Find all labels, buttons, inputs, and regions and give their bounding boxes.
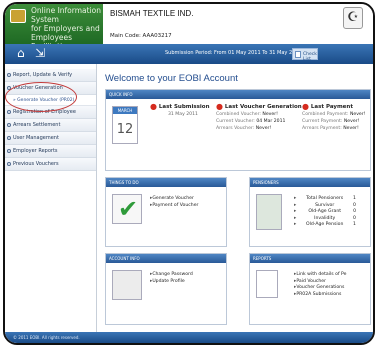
bullet-icon	[7, 73, 11, 77]
last-submission-label: Last Submission	[158, 104, 210, 110]
sidebar-item-label: User Management	[13, 135, 59, 141]
submission-period: Submission Period: From 01 May 2011 To 3…	[165, 50, 302, 56]
app-window: Online Information System for Employers …	[3, 2, 375, 345]
header: Online Information System for Employers …	[5, 4, 373, 51]
kv-value: Never!	[255, 126, 272, 131]
system-title-line: for Employers and	[31, 24, 100, 33]
kv-value: Never!	[343, 119, 360, 124]
panel-header: REPORTS	[250, 254, 370, 263]
report-link[interactable]: Link with details of Pe	[294, 272, 346, 279]
pensioners-list: Total Pensioners1 Survivor0 Old-Age Gran…	[294, 196, 356, 229]
change-password-link[interactable]: Change Password	[150, 272, 193, 279]
kv-value: 04 Mar 2011	[256, 119, 286, 124]
bullet-icon	[7, 162, 11, 166]
report-link[interactable]: PR02A Submissions	[294, 292, 346, 299]
kv-key: Combined Payment:	[302, 112, 349, 117]
todo-list: Generate Voucher Payment of Voucher	[150, 196, 198, 209]
pensioners-panel: PENSIONERS Total Pensioners1 Survivor0 O…	[249, 177, 371, 247]
sidebar-item-label: Previous Vouchers	[13, 161, 59, 167]
kv-value: Never!	[343, 126, 359, 131]
last-payment: ● Last Payment Combined Payment: Never! …	[302, 102, 366, 131]
calendar-day: 12	[116, 122, 134, 137]
home-icon[interactable]: ⌂	[17, 47, 25, 60]
report-document-icon	[256, 270, 278, 298]
company-name: BISMAH TEXTILE IND.	[110, 9, 194, 18]
sidebar-item-label: Arrears Settlement	[13, 122, 61, 128]
check-list-label: Check List	[303, 52, 317, 62]
kv-key: Arrears Payment:	[302, 126, 342, 131]
check-list-button[interactable]: Check List	[292, 48, 318, 62]
sidebar-item-report-update-verify[interactable]: Report, Update & Verify	[5, 69, 96, 82]
update-profile-link[interactable]: Update Profile	[150, 279, 193, 286]
report-link[interactable]: Voucher Generations	[294, 285, 346, 292]
highlight-circle	[5, 82, 77, 112]
kv-key: Current Payment:	[302, 119, 343, 124]
calendar-month: MARCH	[113, 107, 137, 114]
pensioner-card-icon	[256, 194, 282, 230]
bullet-icon	[7, 136, 11, 140]
last-voucher: ● Last Voucher Generation Combined Vouch…	[216, 102, 302, 131]
last-voucher-label: Last Voucher Generation	[224, 104, 302, 110]
sidebar-item-previous-vouchers[interactable]: Previous Vouchers	[5, 158, 96, 171]
panel-header: THINGS TO DO	[106, 178, 226, 187]
checklist-icon	[295, 51, 301, 58]
kv-value: Never!	[262, 112, 278, 117]
bullet-icon	[7, 149, 11, 153]
sidebar-item-label: Report, Update & Verify	[13, 72, 73, 78]
last-submission-date: 31 May 2011	[168, 112, 198, 117]
panel-header: ACCOUNT INFO	[106, 254, 226, 263]
last-submission: ● Last Submission 31 May 2011	[150, 102, 210, 117]
settings-icon	[112, 270, 142, 300]
report-links: Link with details of Pe Paid Voucher Vou…	[294, 272, 346, 298]
todo-link[interactable]: Payment of Voucher	[150, 203, 198, 210]
bullet-icon	[7, 123, 11, 127]
quick-info-panel: QUICK INFO MARCH 12 ● Last Submission 31…	[105, 89, 371, 171]
kv-key: Current Voucher:	[216, 119, 255, 124]
pensioner-count: 1	[353, 222, 356, 227]
sidebar: Report, Update & Verify Voucher Generati…	[5, 64, 97, 343]
main-content: Welcome to your EOBI Account QUICK INFO …	[101, 64, 373, 336]
checkmark-icon: ✔	[112, 194, 142, 224]
top-navbar: ⌂ ⇲ Submission Period: From 01 May 2011 …	[5, 44, 373, 64]
system-title-line: Online Information System	[31, 6, 101, 24]
account-links: Change Password Update Profile	[150, 272, 193, 285]
page-title: Welcome to your EOBI Account	[105, 73, 238, 84]
calendar-icon: MARCH 12	[112, 106, 138, 144]
list-item[interactable]: Old-Age Pension 1	[294, 222, 356, 229]
panel-header: PENSIONERS	[250, 178, 370, 187]
kv-value: Never!	[349, 112, 366, 117]
logout-icon[interactable]: ⇲	[35, 47, 45, 60]
sidebar-item-arrears[interactable]: Arrears Settlement	[5, 119, 96, 132]
things-to-do-panel: THINGS TO DO ✔ Generate Voucher Payment …	[105, 177, 227, 247]
sidebar-item-user-management[interactable]: User Management	[5, 132, 96, 145]
govt-emblem-icon: ☪	[343, 7, 363, 29]
last-payment-label: Last Payment	[310, 104, 353, 110]
bullet-icon	[7, 110, 11, 114]
kv-key: Combined Voucher:	[216, 112, 261, 117]
footer: © 2011 EOBI. All rights reserved.	[5, 332, 373, 343]
sidebar-item-employer-reports[interactable]: Employer Reports	[5, 145, 96, 158]
eobi-logo-icon	[10, 9, 26, 23]
panel-header: QUICK INFO	[106, 90, 370, 99]
reports-panel: REPORTS Link with details of Pe Paid Vou…	[249, 253, 371, 325]
kv-key: Arrears Voucher:	[216, 126, 255, 131]
pensioner-label: Old-Age Pension	[305, 222, 344, 227]
sidebar-item-label: Employer Reports	[13, 148, 58, 154]
account-info-panel: ACCOUNT INFO Change Password Update Prof…	[105, 253, 227, 325]
system-banner: Online Information System for Employers …	[5, 4, 103, 51]
main-code: Main Code: AAA03217	[110, 33, 172, 39]
todo-link[interactable]: Generate Voucher	[150, 196, 198, 203]
